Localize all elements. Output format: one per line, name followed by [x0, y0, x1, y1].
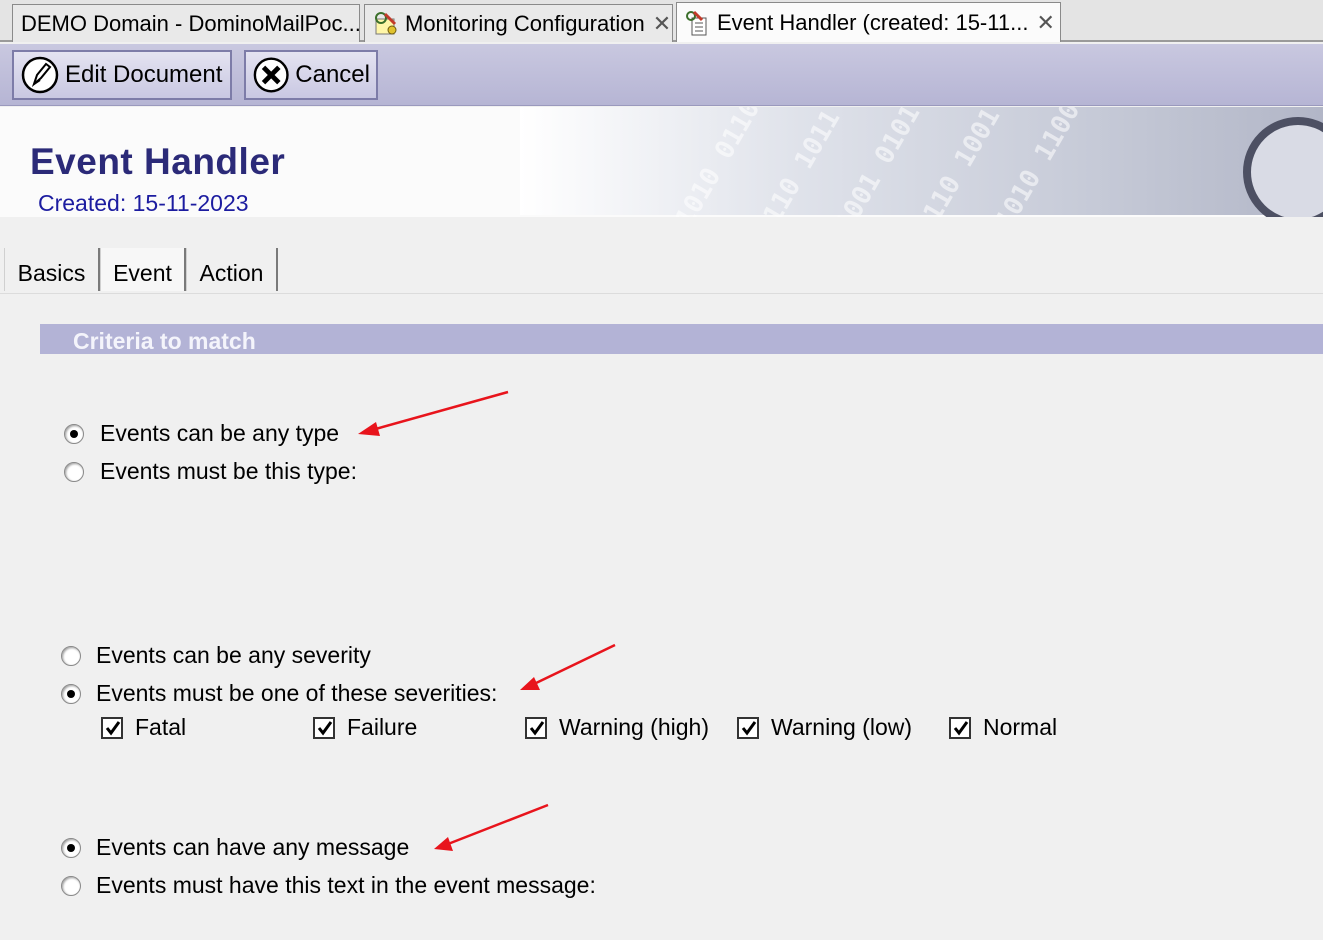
- event-handler-doc-icon: [686, 10, 707, 35]
- radio-label: Events can be any type: [100, 420, 340, 446]
- radio-specific-type[interactable]: Events must be this type:: [64, 458, 357, 485]
- edit-document-button[interactable]: Edit Document: [12, 50, 232, 100]
- checkbox-failure[interactable]: Failure: [313, 714, 417, 741]
- radio-label: Events must have this text in the event …: [96, 872, 596, 898]
- radio-button[interactable]: [61, 683, 81, 704]
- check-mark-icon: [105, 720, 121, 735]
- check-mark-icon: [741, 720, 757, 735]
- form-tabs: Basics Event Action: [0, 248, 1323, 294]
- checkbox-label: Warning (high): [559, 714, 709, 740]
- checkbox-label: Warning (low): [771, 714, 913, 740]
- pencil-icon: [21, 56, 59, 94]
- checkbox-label: Normal: [983, 714, 1058, 740]
- radio-button[interactable]: [64, 461, 84, 482]
- radio-button[interactable]: [64, 423, 84, 444]
- radio-button[interactable]: [61, 645, 81, 666]
- window-tab-strip: DEMO Domain - DominoMailPoc... Monitorin…: [0, 0, 1323, 42]
- checkbox-label: Fatal: [135, 714, 187, 740]
- annotation-arrow: [358, 390, 509, 436]
- action-bar: Edit Document Cancel: [0, 44, 1323, 106]
- cancel-x-icon: [253, 57, 289, 93]
- banner-background-image: 1010 0110 0110 1011 1001 0101 0110 1001 …: [520, 107, 1323, 217]
- close-icon[interactable]: ✕: [653, 11, 671, 37]
- checkbox[interactable]: [525, 716, 547, 739]
- annotation-arrow: [520, 643, 616, 690]
- section-title: Criteria to match: [73, 328, 256, 354]
- tab-basics[interactable]: Basics: [4, 248, 100, 291]
- close-icon[interactable]: ✕: [1036, 10, 1054, 36]
- window-tab-label: Monitoring Configuration: [405, 10, 645, 36]
- window-tab-monitoring-configuration[interactable]: Monitoring Configuration ✕: [364, 4, 673, 42]
- checkbox-fatal[interactable]: Fatal: [101, 714, 186, 741]
- cancel-button[interactable]: Cancel: [244, 50, 378, 100]
- check-mark-icon: [529, 720, 545, 735]
- radio-any-severity[interactable]: Events can be any severity: [61, 642, 371, 669]
- checkbox[interactable]: [313, 716, 335, 739]
- annotation-arrow: [434, 803, 549, 851]
- radio-any-message[interactable]: Events can have any message: [61, 834, 409, 861]
- radio-specific-severities[interactable]: Events must be one of these severities:: [61, 680, 497, 707]
- window-tab-event-handler[interactable]: Event Handler (created: 15-11... ✕: [676, 2, 1061, 42]
- cancel-label: Cancel: [295, 61, 370, 88]
- tab-event[interactable]: Event: [100, 248, 186, 291]
- check-mark-icon: [953, 720, 969, 735]
- window-tab-label: Event Handler (created: 15-11...: [717, 9, 1029, 35]
- radio-label: Events must be one of these severities:: [96, 680, 498, 706]
- tab-action[interactable]: Action: [186, 248, 278, 291]
- alarm-clock-graphic: [1243, 117, 1323, 217]
- window-tab-label: DEMO Domain - DominoMailPoc...: [21, 10, 360, 36]
- radio-any-type[interactable]: Events can be any type: [64, 420, 339, 447]
- created-date: Created: 15-11-2023: [38, 190, 249, 216]
- header-banner: 1010 0110 0110 1011 1001 0101 0110 1001 …: [0, 107, 1323, 217]
- radio-button[interactable]: [61, 875, 81, 896]
- radio-label: Events must be this type:: [100, 458, 357, 484]
- radio-label: Events can be any severity: [96, 642, 371, 668]
- check-mark-icon: [317, 720, 333, 735]
- section-header: Criteria to match: [40, 324, 1323, 354]
- checkbox-normal[interactable]: Normal: [949, 714, 1057, 741]
- radio-button[interactable]: [61, 837, 81, 858]
- window-tab-demo-domain[interactable]: DEMO Domain - DominoMailPoc...: [12, 4, 360, 42]
- checkbox[interactable]: [949, 716, 971, 739]
- edit-document-label: Edit Document: [65, 61, 223, 88]
- radio-message-text[interactable]: Events must have this text in the event …: [61, 872, 596, 899]
- checkbox-label: Failure: [347, 714, 418, 740]
- checkbox[interactable]: [101, 716, 123, 739]
- monitoring-config-icon: [375, 11, 397, 34]
- page-title: Event Handler: [30, 141, 286, 182]
- radio-label: Events can have any message: [96, 834, 410, 860]
- checkbox-warning-low[interactable]: Warning (low): [737, 714, 912, 741]
- checkbox[interactable]: [737, 716, 759, 739]
- checkbox-warning-high[interactable]: Warning (high): [525, 714, 709, 741]
